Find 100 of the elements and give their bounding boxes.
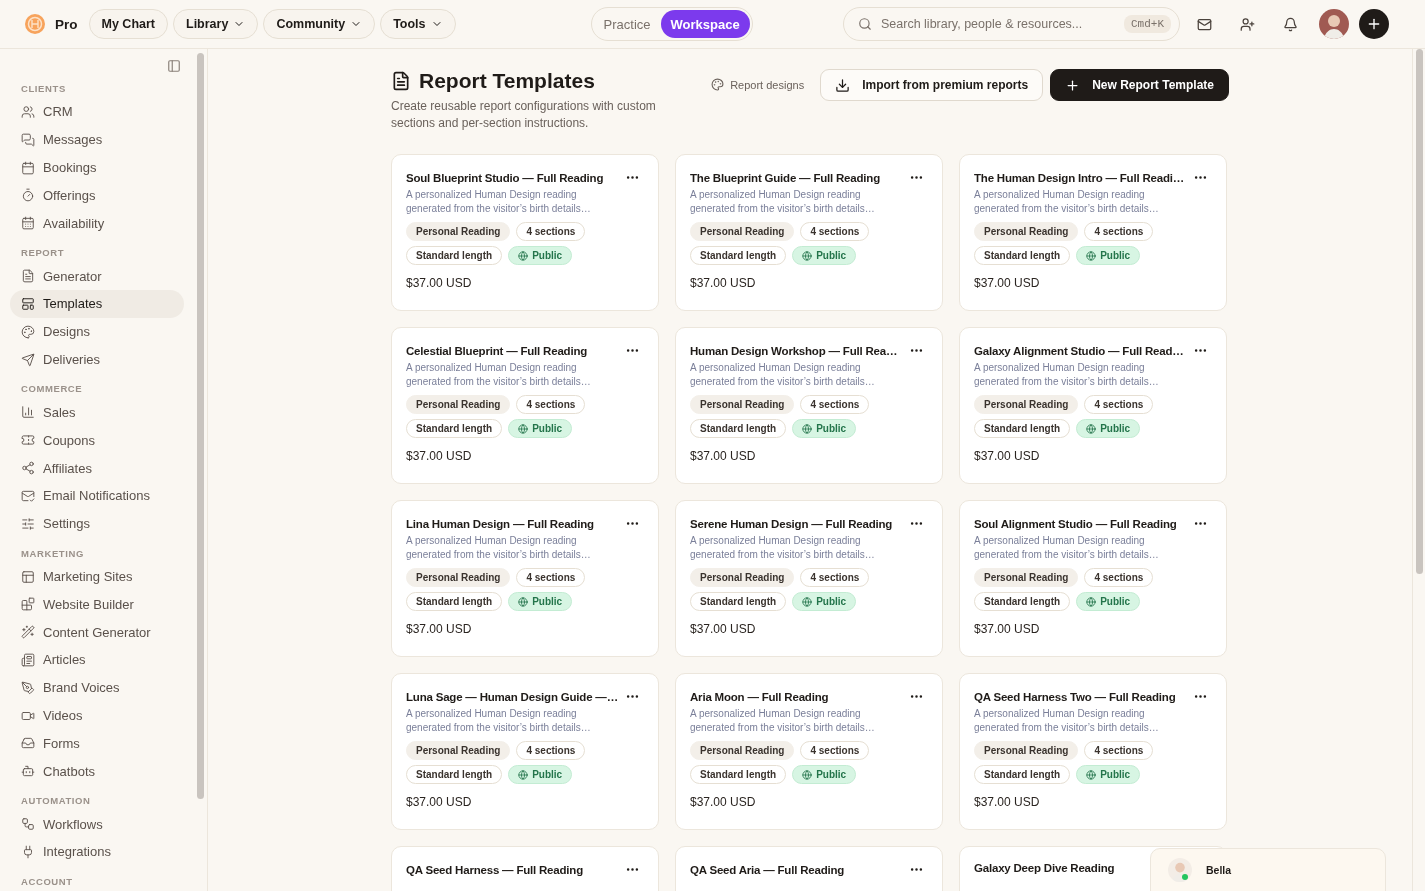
template-card[interactable]: Human Design Workshop — Full Rea… A personalized Human Design reading generated from the visitor’s birth details… Personal Reading 4 sections Standard length Public $37.00 USD	[675, 327, 943, 484]
card-description: A personalized Human Design reading generated from the visitor’s birth details…	[690, 707, 876, 735]
tag: Personal Reading	[974, 568, 1079, 587]
search-input[interactable]: Search library, people & resources...	[879, 16, 1117, 32]
search-icon	[858, 17, 872, 31]
tag: Standard length	[974, 246, 1071, 265]
sidebar-item[interactable]: Articles	[10, 646, 185, 674]
sidebar-toggle-icon[interactable]	[167, 59, 182, 73]
sidebar-item[interactable]: Templates	[10, 289, 185, 318]
sidebar-item[interactable]: Chatbots	[10, 757, 185, 786]
tag: 4 sections	[1084, 741, 1154, 760]
template-card[interactable]: Soul Blueprint Studio — Full Reading A personalized Human Design reading generated from the visitor’s birth details… Personal Reading 4 sections Standard length Public $37.00 USD	[391, 154, 659, 311]
card-title: The Human Design Intro — Full Readi…	[974, 171, 1185, 184]
tag: 4 sections	[1084, 568, 1154, 587]
sidebar-item[interactable]: Coupons	[10, 426, 185, 455]
tag: Standard length	[690, 765, 787, 784]
template-card[interactable]: Galaxy Alignment Studio — Full Read… A personalized Human Design reading generated from the visitor’s birth details… Personal Reading 4 sections Standard length Public $37.00 USD	[959, 327, 1227, 484]
template-card[interactable]: The Human Design Intro — Full Readi… A personalized Human Design reading generated from the visitor’s birth details… Personal Reading 4 sections Standard length Public $37.00 USD	[959, 154, 1227, 311]
document-icon	[21, 269, 35, 284]
section-heading: COMMERCE	[21, 383, 84, 395]
scrollbar-thumb[interactable]	[1415, 49, 1423, 574]
section-heading: AUTOMATION	[21, 795, 92, 807]
sidebar-item[interactable]: Availability	[10, 209, 185, 238]
sidebar-item[interactable]: Deliveries	[10, 345, 185, 374]
nav-button[interactable]: My Chart	[88, 9, 168, 39]
mode-tab[interactable]: Workspace	[660, 10, 750, 38]
sidebar-item[interactable]: Workflows	[10, 810, 185, 839]
chat-name: Bella	[1206, 864, 1232, 876]
sidebar-item[interactable]: Website Builder	[10, 590, 185, 619]
sidebar-item[interactable]: Email Notifications	[10, 481, 185, 510]
sidebar-item[interactable]: Designs	[10, 317, 185, 346]
avatar[interactable]	[1319, 9, 1349, 39]
user-plus-icon[interactable]	[1239, 16, 1255, 32]
tag: 4 sections	[800, 741, 870, 760]
tag: Public	[1076, 765, 1141, 784]
nav-button[interactable]: Tools	[380, 9, 456, 39]
mode-tab[interactable]: Practice	[593, 10, 661, 38]
tag: Personal Reading	[974, 741, 1079, 760]
tag: Personal Reading	[406, 222, 511, 241]
plus-icon	[1366, 16, 1382, 32]
card-description: A personalized Human Design reading generated from the visitor’s birth details…	[406, 707, 592, 735]
sidebar-item[interactable]: Integrations	[10, 838, 185, 866]
card-description: A personalized Human Design reading generated from the visitor’s birth details…	[974, 534, 1160, 562]
tag: 4 sections	[516, 395, 586, 414]
tag: Public	[508, 419, 573, 438]
tag: Standard length	[690, 246, 787, 265]
card-title: QA Seed Harness Two — Full Reading	[974, 690, 1176, 703]
tag: Public	[792, 419, 857, 438]
tag: Standard length	[690, 419, 787, 438]
add-button[interactable]	[1359, 9, 1389, 39]
brand-name: Pro	[55, 16, 78, 32]
scrollbar-thumb[interactable]	[197, 53, 205, 799]
template-card[interactable]: Soul Alignment Studio — Full Reading A personalized Human Design reading generated from the visitor’s birth details… Personal Reading 4 sections Standard length Public $37.00 USD	[959, 500, 1227, 657]
card-price: $37.00 USD	[974, 622, 1041, 636]
template-card[interactable]: The Blueprint Guide — Full Reading A personalized Human Design reading generated from the visitor’s birth details… Personal Reading 4 sections Standard length Public $37.00 USD	[675, 154, 943, 311]
tag: Personal Reading	[406, 568, 511, 587]
mail-icon[interactable]	[1196, 16, 1212, 32]
card-price: $37.00 USD	[690, 449, 757, 463]
mail-icon	[21, 488, 35, 503]
designs-link[interactable]: Report designs	[711, 78, 805, 91]
sidebar-item[interactable]: Forms	[10, 729, 185, 758]
template-card[interactable]: QA Seed Harness — Full Reading	[391, 846, 659, 891]
sidebar-item[interactable]: Marketing Sites	[10, 562, 185, 591]
template-card[interactable]: Lina Human Design — Full Reading A personalized Human Design reading generated from the visitor’s birth details… Personal Reading 4 sections Standard length Public $37.00 USD	[391, 500, 659, 657]
nav-button[interactable]: Community	[263, 9, 376, 39]
sidebar-item[interactable]: Affiliates	[10, 454, 185, 482]
globe-icon	[518, 596, 529, 607]
sidebar-item[interactable]: Brand Voices	[10, 673, 185, 702]
document-icon	[391, 71, 411, 91]
new-template-button[interactable]: New Report Template	[1050, 69, 1229, 101]
wand-icon	[21, 625, 35, 640]
template-card[interactable]: Aria Moon — Full Reading A personalized Human Design reading generated from the visitor’s birth details… Personal Reading 4 sections Standard length Public $37.00 USD	[675, 673, 943, 830]
template-card[interactable]: QA Seed Harness Two — Full Reading A personalized Human Design reading generated from the visitor’s birth details… Personal Reading 4 sections Standard length Public $37.00 USD	[959, 673, 1227, 830]
sidebar-item[interactable]: Generator	[10, 262, 185, 290]
template-card[interactable]: Serene Human Design — Full Reading A personalized Human Design reading generated from the visitor’s birth details… Personal Reading 4 sections Standard length Public $37.00 USD	[675, 500, 943, 657]
card-description: A personalized Human Design reading generated from the visitor’s birth details…	[974, 361, 1160, 389]
import-button[interactable]: Import from premium reports	[820, 69, 1044, 101]
sidebar-item[interactable]: Bookings	[10, 153, 185, 182]
sidebar-item[interactable]: Messages	[10, 125, 185, 154]
chat-dialog[interactable]: Bella	[1150, 848, 1386, 891]
tag: Public	[792, 765, 857, 784]
sidebar-item[interactable]: Settings	[10, 509, 185, 538]
template-card[interactable]: Luna Sage — Human Design Guide —… A personalized Human Design reading generated from the visitor’s birth details… Personal Reading 4 sections Standard length Public $37.00 USD	[391, 673, 659, 830]
template-card[interactable]: Celestial Blueprint — Full Reading A personalized Human Design reading generated from the visitor’s birth details… Personal Reading 4 sections Standard length Public $37.00 USD	[391, 327, 659, 484]
card-title: Soul Alignment Studio — Full Reading	[974, 517, 1177, 530]
bot-icon	[21, 764, 35, 779]
sidebar-item[interactable]: Sales	[10, 398, 185, 427]
tag: 4 sections	[800, 222, 870, 241]
sidebar-item[interactable]: Content Generator	[10, 618, 185, 647]
sidebar-item[interactable]: CRM	[10, 98, 185, 126]
globe-icon	[1086, 250, 1097, 261]
logo-icon	[24, 13, 46, 35]
sidebar-item[interactable]: Offerings	[10, 181, 185, 210]
tag: Standard length	[406, 592, 503, 611]
tag: Standard length	[974, 765, 1071, 784]
template-card[interactable]: QA Seed Aria — Full Reading	[675, 846, 943, 891]
nav-button[interactable]: Library	[173, 9, 259, 39]
sidebar-item[interactable]: Videos	[10, 701, 185, 730]
tag: Public	[508, 246, 573, 265]
bell-icon[interactable]	[1282, 16, 1298, 32]
